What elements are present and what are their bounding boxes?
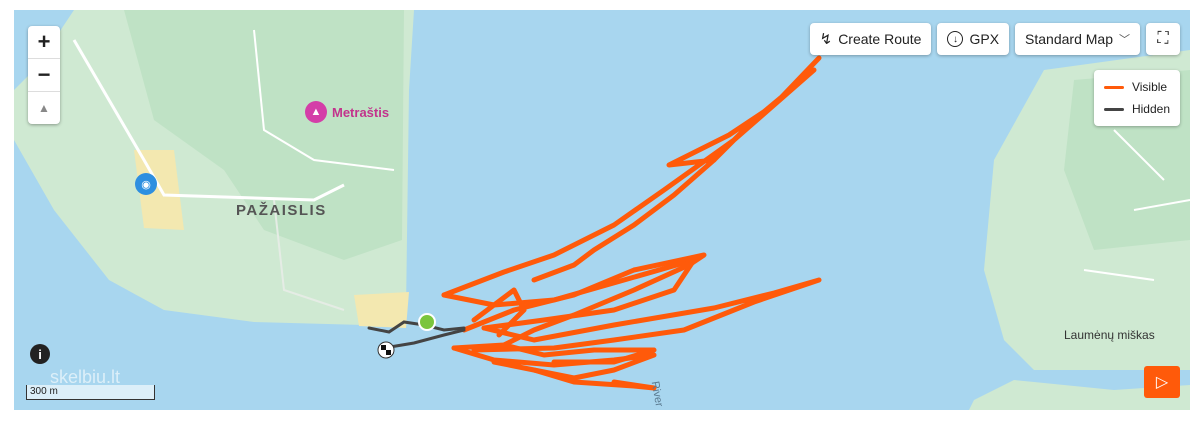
place-label: PAŽAISLIS	[236, 202, 327, 219]
create-route-label: Create Route	[838, 31, 922, 47]
zoom-controls: + − ▲	[28, 26, 60, 124]
route-icon: ↯	[819, 31, 833, 48]
chevron-down-icon: ﹀	[1119, 34, 1130, 46]
map-view[interactable]: ◉ ▲ Metraštis PAŽAISLIS Laumėnų miškas R…	[14, 10, 1190, 410]
compass-icon: ▲	[38, 101, 50, 115]
legend-item-visible[interactable]: Visible	[1103, 76, 1170, 98]
poi-pin-icon[interactable]: ▲	[305, 101, 327, 123]
zoom-in-button[interactable]: +	[28, 26, 60, 59]
play-button[interactable]: ▷	[1144, 366, 1180, 398]
legend-label: Hidden	[1131, 102, 1170, 116]
poi-label[interactable]: Metraštis	[332, 105, 389, 120]
fullscreen-icon: ⛶	[1157, 30, 1169, 47]
play-icon: ▷	[1155, 374, 1169, 391]
track-layer	[367, 55, 822, 391]
info-icon: i	[38, 346, 42, 362]
start-marker	[418, 313, 436, 331]
map-type-label: Standard Map	[1025, 31, 1113, 47]
gpx-label: GPX	[969, 31, 1000, 47]
map-type-select[interactable]: Standard Map ﹀	[1015, 23, 1140, 55]
forest-label: Laumėnų miškas	[1064, 328, 1155, 342]
compass-button[interactable]: ▲	[28, 92, 60, 124]
legend-swatch	[1103, 85, 1124, 89]
fullscreen-button[interactable]: ⛶	[1146, 23, 1180, 55]
finish-flag-icon	[377, 341, 395, 359]
track-legend: Visible Hidden	[1093, 70, 1180, 126]
visible-track	[441, 55, 822, 391]
scale-bar: 300 m	[26, 385, 155, 400]
gpx-button[interactable]: ↓ GPX	[937, 23, 1010, 55]
map-toolbar: ↯ Create Route ↓ GPX Standard Map ﹀ ⛶	[809, 23, 1180, 55]
zoom-out-button[interactable]: −	[28, 59, 60, 92]
camera-pin-icon[interactable]: ◉	[135, 173, 157, 195]
info-button[interactable]: i	[30, 344, 50, 364]
legend-swatch	[1103, 107, 1124, 111]
create-route-button[interactable]: ↯ Create Route	[809, 23, 932, 55]
legend-item-hidden[interactable]: Hidden	[1103, 98, 1170, 120]
download-icon: ↓	[947, 31, 964, 47]
legend-label: Visible	[1131, 80, 1168, 94]
